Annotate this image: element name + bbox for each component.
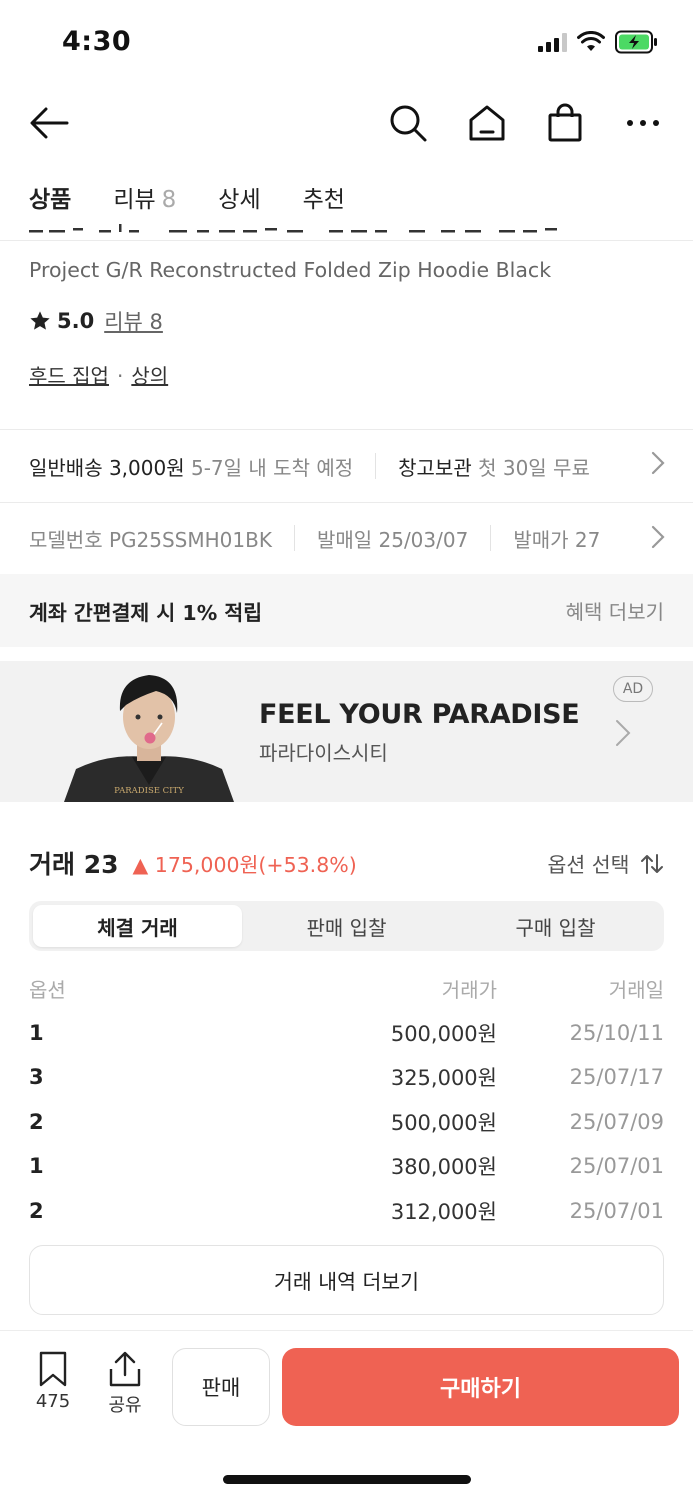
tab-product[interactable]: 상품 bbox=[29, 180, 71, 214]
cell-option: 2 bbox=[29, 1109, 44, 1134]
ad-model-photo: PARADISE CITY bbox=[64, 665, 234, 802]
wifi-icon bbox=[577, 31, 605, 51]
status-bar: 4:30 bbox=[0, 0, 693, 88]
battery-charging-icon bbox=[615, 30, 657, 54]
home-indicator bbox=[223, 1475, 471, 1484]
share-icon bbox=[109, 1351, 141, 1387]
column-header-date: 거래일 bbox=[608, 977, 664, 1002]
shipping-label: 일반배송 3,000원 bbox=[29, 455, 185, 480]
benefit-row: 계좌 간편결제 시 1% 적립 혜택 더보기 bbox=[0, 574, 693, 647]
trade-header: 거래 23 ▲ 175,000원(+53.8%) 옵션 선택 bbox=[29, 840, 664, 886]
sort-arrows-icon bbox=[641, 854, 663, 874]
trade-count: 거래 23 bbox=[29, 850, 119, 879]
share-label: 공유 bbox=[108, 1395, 142, 1416]
share-button[interactable]: 공유 bbox=[97, 1351, 153, 1417]
nav-bar bbox=[0, 95, 693, 151]
segment-buy-bids[interactable]: 구매 입찰 bbox=[451, 905, 660, 947]
chevron-right-icon bbox=[651, 451, 665, 481]
scrolled-title-remnant bbox=[29, 222, 629, 240]
cell-price: 380,000원 bbox=[390, 1155, 497, 1180]
bookmark-button[interactable]: 475 bbox=[25, 1351, 81, 1412]
cell-option: 2 bbox=[29, 1198, 44, 1223]
cell-date: 25/07/17 bbox=[569, 1065, 664, 1090]
svg-text:PARADISE CITY: PARADISE CITY bbox=[114, 786, 184, 796]
cellular-signal-icon bbox=[538, 32, 567, 52]
product-english-title: Project G/R Reconstructed Folded Zip Hoo… bbox=[29, 258, 552, 282]
cell-price: 500,000원 bbox=[390, 1021, 497, 1046]
bookmark-icon bbox=[39, 1351, 67, 1387]
shipping-eta: 5-7일 내 도착 예정 bbox=[190, 455, 354, 480]
sell-button[interactable]: 판매 bbox=[172, 1348, 270, 1426]
storage-label: 창고보관 bbox=[398, 455, 472, 480]
back-arrow-icon[interactable] bbox=[25, 99, 73, 147]
ad-badge: AD bbox=[613, 676, 653, 702]
section-gap bbox=[0, 647, 693, 661]
segment-sell-bids[interactable]: 판매 입찰 bbox=[242, 905, 451, 947]
shipping-row[interactable]: 일반배송 3,000원 5-7일 내 도착 예정 창고보관 첫 30일 무료 bbox=[0, 430, 693, 502]
ad-title: FEEL YOUR PARADISE bbox=[259, 699, 580, 730]
review-link[interactable]: 리뷰 8 bbox=[104, 306, 163, 336]
tabs-divider bbox=[0, 240, 693, 241]
option-select-button[interactable]: 옵션 선택 bbox=[548, 848, 665, 878]
cell-date: 25/07/01 bbox=[569, 1198, 664, 1223]
table-row: 1 500,000원 25/10/11 bbox=[29, 1011, 664, 1056]
trade-segment-control: 체결 거래 판매 입찰 구매 입찰 bbox=[29, 901, 664, 951]
cell-price: 325,000원 bbox=[390, 1066, 497, 1091]
release-date: 발매일 25/03/07 bbox=[316, 527, 469, 552]
segment-completed-trades[interactable]: 체결 거래 bbox=[33, 905, 242, 947]
cell-option: 3 bbox=[29, 1065, 44, 1090]
bookmark-count: 475 bbox=[35, 1391, 71, 1412]
chevron-right-icon bbox=[615, 719, 631, 755]
price-change: ▲ 175,000원(+53.8%) bbox=[132, 853, 357, 877]
buy-button[interactable]: 구매하기 bbox=[282, 1348, 679, 1426]
table-row: 2 500,000원 25/07/09 bbox=[29, 1100, 664, 1145]
cell-date: 25/10/11 bbox=[569, 1020, 664, 1045]
product-tabs: 상품 리뷰 8 상세 추천 bbox=[29, 180, 345, 214]
storage-note: 첫 30일 무료 bbox=[478, 455, 590, 480]
star-icon bbox=[30, 311, 50, 330]
cell-option: 1 bbox=[29, 1154, 44, 1179]
category-link-tops[interactable]: 상의 bbox=[131, 364, 168, 388]
column-header-price: 거래가 bbox=[441, 977, 497, 1002]
ad-banner[interactable]: PARADISE CITY FEEL YOUR PARADISE 파라다이스시티… bbox=[0, 661, 693, 802]
status-time: 4:30 bbox=[62, 26, 132, 57]
tab-reviews[interactable]: 리뷰 8 bbox=[113, 180, 176, 214]
tab-recommend[interactable]: 추천 bbox=[303, 180, 345, 214]
category-breadcrumb: 후드 집업 · 상의 bbox=[29, 364, 169, 388]
benefit-text: 계좌 간편결제 시 1% 적립 bbox=[29, 600, 263, 625]
review-count: 8 bbox=[161, 187, 177, 213]
table-row: 2 312,000원 25/07/01 bbox=[29, 1189, 664, 1234]
chevron-right-icon bbox=[651, 525, 665, 555]
trade-table: 옵션 거래가 거래일 1 500,000원 25/10/11 3 325,000… bbox=[29, 966, 664, 1233]
model-info-row[interactable]: 모델번호 PG25SSMH01BK 발매일 25/03/07 발매가 27 bbox=[0, 503, 693, 573]
table-row: 1 380,000원 25/07/01 bbox=[29, 1144, 664, 1189]
rating-row: 5.0 리뷰 8 bbox=[29, 306, 163, 336]
cell-price: 312,000원 bbox=[390, 1199, 497, 1224]
status-icons bbox=[538, 30, 659, 54]
home-icon[interactable] bbox=[463, 99, 511, 147]
trade-history-more-button[interactable]: 거래 내역 더보기 bbox=[29, 1245, 664, 1315]
benefit-more-link[interactable]: 혜택 더보기 bbox=[566, 596, 664, 625]
cell-price: 500,000원 bbox=[390, 1110, 497, 1135]
search-icon[interactable] bbox=[384, 99, 432, 147]
table-header: 옵션 거래가 거래일 bbox=[29, 966, 664, 1011]
tab-details[interactable]: 상세 bbox=[218, 180, 260, 214]
model-number: 모델번호 PG25SSMH01BK bbox=[29, 527, 272, 552]
release-price: 발매가 27 bbox=[513, 527, 601, 552]
cell-option: 1 bbox=[29, 1020, 44, 1045]
ad-subtitle: 파라다이스시티 bbox=[259, 741, 388, 765]
category-link-hoodie-zip[interactable]: 후드 집업 bbox=[29, 364, 109, 388]
shopping-bag-icon[interactable] bbox=[541, 99, 589, 147]
cell-date: 25/07/09 bbox=[569, 1109, 664, 1134]
cell-date: 25/07/01 bbox=[569, 1154, 664, 1179]
more-icon[interactable] bbox=[619, 99, 667, 147]
column-header-option: 옵션 bbox=[29, 977, 66, 1002]
table-row: 3 325,000원 25/07/17 bbox=[29, 1055, 664, 1100]
rating-score: 5.0 bbox=[57, 309, 95, 333]
